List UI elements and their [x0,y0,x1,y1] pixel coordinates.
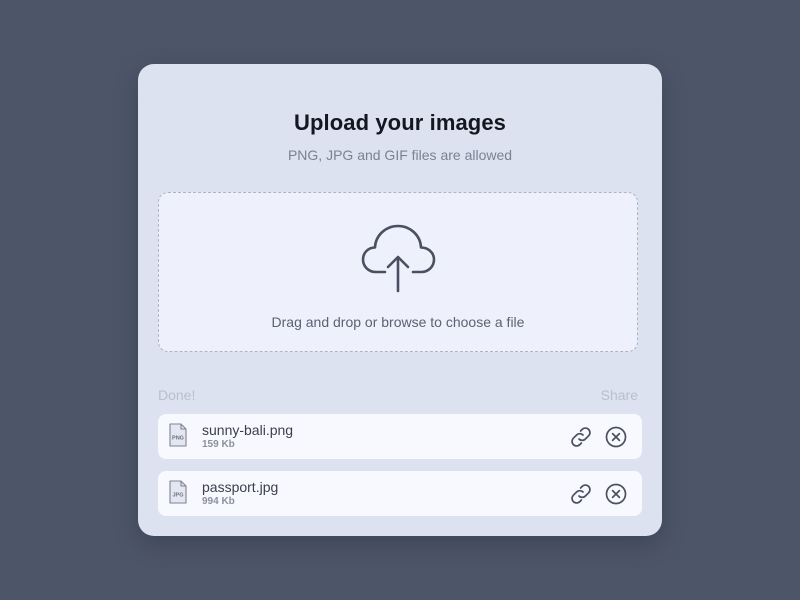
close-circle-icon[interactable] [604,425,628,449]
file-size: 994 Kb [202,496,235,507]
link-icon[interactable] [569,425,593,449]
close-circle-icon[interactable] [604,482,628,506]
file-name: passport.jpg [202,479,279,495]
file-icon: JPG [169,480,187,504]
upload-status-label: Done! [158,387,196,403]
file-row: PNG sunny-bali.png 159 Kb [158,414,642,459]
file-type-badge: JPG [172,493,183,499]
cloud-upload-icon [361,224,436,293]
share-button[interactable]: Share [601,387,638,403]
link-icon[interactable] [569,482,593,506]
file-size: 159 Kb [202,439,235,450]
file-dropzone[interactable]: Drag and drop or browse to choose a file [158,192,638,352]
dropzone-instructions: Drag and drop or browse to choose a file [271,314,525,330]
file-row: JPG passport.jpg 994 Kb [158,471,642,516]
upload-title: Upload your images [293,110,507,135]
file-type-badge: PNG [172,436,184,442]
upload-subtitle: PNG, JPG and GIF files are allowed [287,147,513,163]
file-icon: PNG [169,423,187,447]
upload-card: Upload your images PNG, JPG and GIF file… [138,64,662,536]
file-name: sunny-bali.png [202,422,294,438]
